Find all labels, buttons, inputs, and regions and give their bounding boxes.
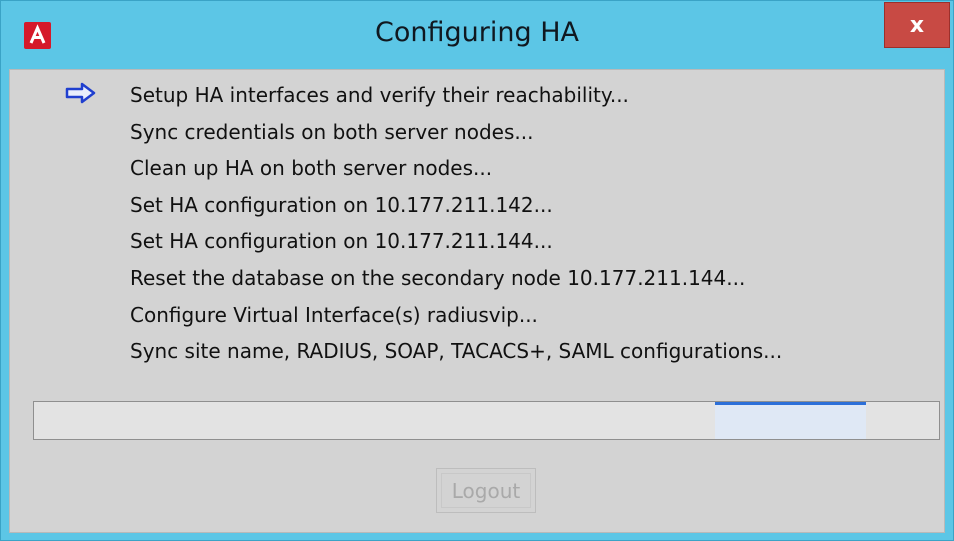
step-item: Setup HA interfaces and verify their rea…: [130, 83, 629, 107]
close-icon: x: [909, 12, 925, 38]
window-title: Configuring HA: [375, 17, 579, 48]
step-item: Clean up HA on both server nodes...: [130, 156, 493, 181]
step-list: Setup HA interfaces and verify their rea…: [130, 80, 782, 373]
right-arrow-icon: [65, 82, 96, 104]
dialog-body: Setup HA interfaces and verify their rea…: [9, 69, 945, 533]
logout-button[interactable]: Logout: [436, 468, 536, 513]
dialog-window: Configuring HA x Setup HA interfaces and…: [0, 0, 954, 541]
step-item: Configure Virtual Interface(s) radiusvip…: [130, 302, 538, 327]
close-button[interactable]: x: [884, 2, 950, 48]
step-item: Set HA configuration on 10.177.211.144..…: [130, 229, 553, 254]
step-item: Set HA configuration on 10.177.211.142..…: [130, 192, 553, 217]
progress-bar: [33, 401, 940, 440]
step-item: Sync site name, RADIUS, SOAP, TACACS+, S…: [130, 339, 783, 364]
progress-marquee: [715, 402, 866, 439]
step-item: Sync credentials on both server nodes...: [130, 119, 534, 144]
step-item: Reset the database on the secondary node…: [130, 265, 746, 290]
title-bar[interactable]: Configuring HA x: [1, 1, 953, 69]
